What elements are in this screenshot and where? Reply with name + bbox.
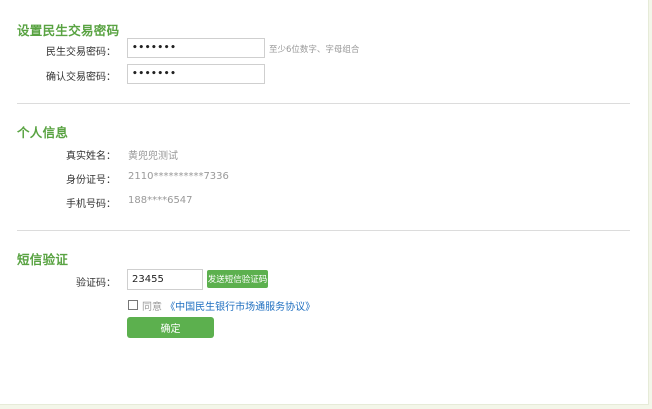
agree-text: 同意	[142, 302, 162, 313]
real-name-value: 黄兜兜测试	[128, 151, 178, 162]
agreement-link[interactable]: 《中国民生银行市场通服务协议》	[165, 302, 315, 313]
section-divider	[17, 230, 630, 231]
sms-section-title: 短信验证	[17, 252, 69, 267]
personal-section-title: 个人信息	[17, 125, 69, 140]
id-number-value: 2110**********7336	[128, 171, 229, 182]
verification-code-value: 23455	[132, 274, 164, 285]
verification-code-label: 验证码：	[76, 278, 116, 289]
send-sms-button[interactable]: 发送短信验证码	[207, 270, 268, 288]
trading-password-label: 民生交易密码：	[46, 47, 116, 58]
form-panel: 设置民生交易密码 民生交易密码： ••••••• 至少6位数字、字母组合 确认交…	[0, 0, 649, 405]
password-section-title: 设置民生交易密码	[17, 23, 120, 38]
id-number-label: 身份证号：	[66, 175, 116, 186]
phone-value: 188****6547	[128, 195, 193, 206]
trading-password-input[interactable]: •••••••	[127, 38, 265, 58]
trading-password-value: •••••••	[132, 43, 177, 53]
confirm-button[interactable]: 确定	[127, 317, 214, 338]
password-hint: 至少6位数字、字母组合	[269, 45, 360, 55]
confirm-password-input[interactable]: •••••••	[127, 64, 265, 84]
phone-label: 手机号码：	[66, 199, 116, 210]
section-divider	[17, 103, 630, 104]
real-name-label: 真实姓名：	[66, 151, 116, 162]
agree-row: 同意 《中国民生银行市场通服务协议》	[142, 298, 315, 313]
agree-checkbox[interactable]	[128, 300, 138, 310]
verification-code-input[interactable]: 23455	[127, 269, 203, 290]
confirm-password-label: 确认交易密码：	[46, 72, 116, 83]
confirm-password-value: •••••••	[132, 69, 177, 79]
